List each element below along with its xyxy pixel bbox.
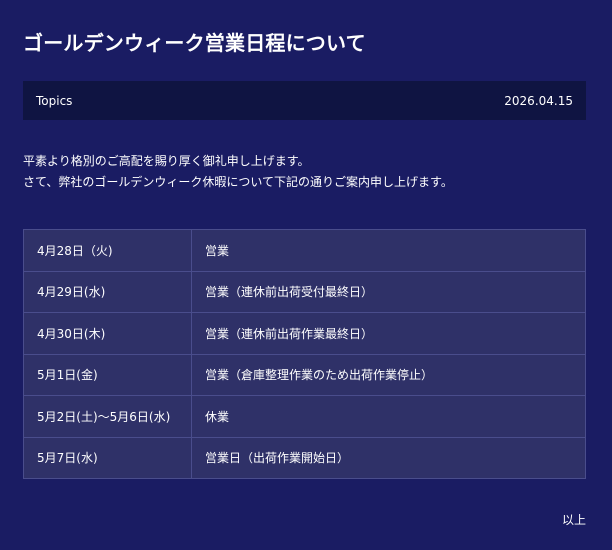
schedule-table: 4月28日（火) 営業 4月29日(水) 営業（連休前出荷受付最終日） 4月30… — [23, 229, 586, 479]
schedule-date-cell: 4月28日（火) — [23, 229, 192, 272]
schedule-status-cell: 営業（連休前出荷受付最終日） — [191, 270, 586, 313]
meta-bar: Topics 2026.04.15 — [23, 81, 586, 120]
table-row: 5月7日(水) 営業日（出荷作業開始日） — [23, 436, 586, 479]
schedule-date-cell: 4月30日(木) — [23, 312, 192, 355]
schedule-status-cell: 営業（連休前出荷作業最終日） — [191, 312, 586, 355]
table-row: 5月1日(金) 営業（倉庫整理作業のため出荷作業停止） — [23, 353, 586, 396]
table-row: 4月30日(木) 営業（連休前出荷作業最終日） — [23, 312, 586, 355]
schedule-status-cell: 休業 — [191, 395, 586, 438]
intro-line: 平素より格別のご高配を賜り厚く御礼申し上げます。 — [23, 154, 310, 168]
category-label: Topics — [36, 93, 73, 108]
publish-date: 2026.04.15 — [504, 93, 573, 108]
table-row: 5月2日(土)～5月6日(水) 休業 — [23, 395, 586, 438]
schedule-status-cell: 営業日（出荷作業開始日） — [191, 436, 586, 479]
schedule-status-cell: 営業 — [191, 229, 586, 272]
schedule-status-cell: 営業（倉庫整理作業のため出荷作業停止） — [191, 353, 586, 396]
intro-line: さて、弊社のゴールデンウィーク休暇について下記の通りご案内申し上げます。 — [23, 175, 453, 189]
table-row: 4月29日(水) 営業（連休前出荷受付最終日） — [23, 270, 586, 313]
schedule-date-cell: 5月7日(水) — [23, 436, 192, 479]
schedule-date-cell: 5月2日(土)～5月6日(水) — [23, 395, 192, 438]
schedule-date-cell: 5月1日(金) — [23, 353, 192, 396]
page-title: ゴールデンウィーク営業日程について — [23, 31, 366, 55]
intro-text: 平素より格別のご高配を賜り厚く御礼申し上げます。 さて、弊社のゴールデンウィーク… — [23, 151, 586, 193]
schedule-date-cell: 4月29日(水) — [23, 270, 192, 313]
table-row: 4月28日（火) 営業 — [23, 229, 586, 272]
closing-text: 以上 — [561, 513, 586, 527]
